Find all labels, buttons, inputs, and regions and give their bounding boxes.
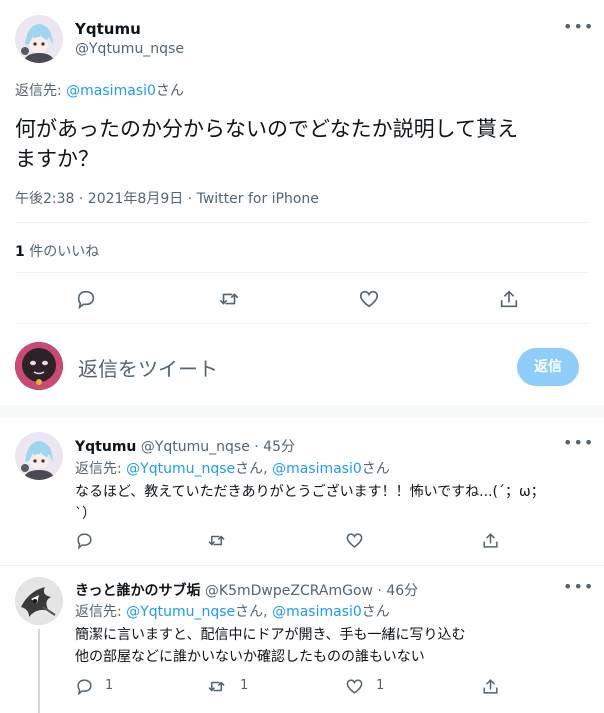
reply-to-mid: さん,	[235, 461, 273, 477]
divider	[0, 565, 604, 566]
section-separator	[0, 405, 604, 418]
reply-icon[interactable]	[75, 531, 94, 554]
my-avatar[interactable]	[15, 342, 63, 390]
like-count-line[interactable]: 1 件のいいね	[15, 241, 99, 261]
reply-to-handle-link[interactable]: @masimasi0	[272, 461, 362, 477]
author-handle[interactable]: @Yqtumu_nqse	[75, 41, 184, 57]
reply-to-prefix: 返信先:	[75, 461, 127, 477]
more-options-icon[interactable]: •••	[563, 17, 594, 36]
share-icon[interactable]	[481, 531, 500, 554]
like-count-number: 1	[15, 244, 25, 260]
reply-text-line1: 簡潔に言いますと、配信中にドアが開き、手も一緒に写り込む	[75, 627, 466, 643]
reply-author-handle[interactable]: @K5mDwpeZCRAmGow	[205, 583, 373, 599]
like-count: 1	[376, 678, 385, 693]
reply-to-handle-link[interactable]: @masimasi0	[272, 604, 362, 620]
retweet-icon[interactable]	[218, 288, 240, 314]
reply-age[interactable]: · 45分	[250, 439, 295, 455]
reply-to-suffix: さん	[155, 83, 184, 99]
like-icon[interactable]	[358, 288, 380, 314]
more-options-icon[interactable]: •••	[563, 577, 594, 596]
tweet-text-line2: ますか？	[15, 147, 99, 171]
timestamp[interactable]: 午後2:38 · 2021年8月9日 · Twitter for iPhone	[15, 188, 319, 208]
share-icon[interactable]	[498, 288, 520, 314]
reply-author-name[interactable]: きっと誰かのサブ垢	[75, 583, 200, 599]
share-icon[interactable]	[481, 677, 500, 700]
reply-text-line2: 他の部屋などに誰かいないか確認したものの誰もいない	[75, 649, 425, 665]
retweet-icon[interactable]	[207, 531, 226, 554]
divider	[15, 272, 589, 273]
reply-avatar[interactable]	[15, 577, 63, 625]
author-name[interactable]: Yqtumu	[75, 20, 141, 38]
reply-to-suffix: さん	[361, 604, 390, 620]
tweet-text: 何があったのか分からないのでどなたか説明して貰え ますか？	[15, 114, 518, 174]
like-icon[interactable]	[345, 531, 364, 554]
retweet-icon[interactable]	[207, 677, 226, 700]
reply-text-line1: なるほど、教えていただきありがとうございます！！怖いですね...(´；ω；	[75, 484, 545, 500]
reply-to-line: 返信先: @Yqtumu_nqseさん, @masimasi0さん	[75, 601, 390, 621]
reply-button[interactable]: 返信	[517, 348, 579, 386]
reply-to-prefix: 返信先:	[75, 604, 127, 620]
reply-author-handle[interactable]: @Yqtumu_nqse	[141, 439, 250, 455]
reply-icon[interactable]	[75, 288, 97, 314]
reply-button-label: 返信	[534, 359, 562, 375]
reply-icon[interactable]	[75, 677, 94, 700]
reply-input[interactable]: 返信をツイート	[78, 353, 498, 382]
reply-text: 簡潔に言いますと、配信中にドアが開き、手も一緒に写り込む 他の部屋などに誰かいな…	[75, 624, 465, 668]
divider	[15, 323, 589, 324]
reply-to-mid: さん,	[235, 604, 273, 620]
reply-to-handle-link[interactable]: @masimasi0	[66, 83, 156, 99]
reply-author-name[interactable]: Yqtumu	[75, 439, 136, 455]
thread-line	[38, 629, 40, 713]
reply-to-line: 返信先: @Yqtumu_nqseさん, @masimasi0さん	[75, 458, 390, 478]
reply-header: Yqtumu @Yqtumu_nqse · 45分	[75, 436, 295, 456]
reply-text: なるほど、教えていただきありがとうございます！！怖いですね...(´；ω； `）	[75, 481, 545, 525]
reply-avatar[interactable]	[15, 432, 63, 480]
reply-to-line: 返信先: @masimasi0さん	[15, 80, 184, 100]
reply-text-line2: `）	[75, 506, 96, 522]
reply-age[interactable]: · 46分	[373, 583, 418, 599]
reply-to-handle-link[interactable]: @Yqtumu_nqse	[126, 604, 235, 620]
reply-count: 1	[105, 678, 114, 693]
tweet-text-line1: 何があったのか分からないのでどなたか説明して貰え	[15, 117, 518, 141]
like-count-label: 件のいいね	[24, 244, 100, 260]
like-icon[interactable]	[345, 677, 364, 700]
avatar[interactable]	[15, 15, 63, 63]
divider	[15, 222, 589, 223]
reply-to-handle-link[interactable]: @Yqtumu_nqse	[126, 461, 235, 477]
more-options-icon[interactable]: •••	[563, 433, 594, 452]
reply-to-prefix: 返信先:	[15, 83, 67, 99]
retweet-count: 1	[240, 678, 249, 693]
reply-to-suffix: さん	[361, 461, 390, 477]
reply-header: きっと誰かのサブ垢 @K5mDwpeZCRAmGow · 46分	[75, 580, 418, 600]
